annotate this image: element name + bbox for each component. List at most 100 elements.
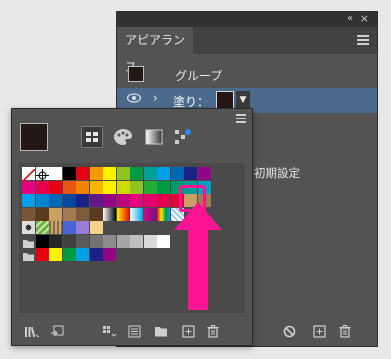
swatch-pattern-wood[interactable] bbox=[49, 221, 62, 234]
swatch-color[interactable] bbox=[143, 180, 157, 194]
swatch-color[interactable] bbox=[76, 248, 89, 261]
place-icon[interactable] bbox=[50, 325, 64, 341]
swatch-color[interactable] bbox=[49, 207, 62, 221]
swatch-color[interactable] bbox=[143, 167, 157, 180]
swatch-registration[interactable] bbox=[35, 167, 49, 182]
swatch-color[interactable] bbox=[116, 180, 130, 194]
swatch-gradient-bw[interactable] bbox=[103, 207, 116, 221]
swatch-color[interactable] bbox=[22, 194, 35, 207]
swatch-color[interactable] bbox=[116, 234, 130, 248]
swatch-gradient-rainbow[interactable] bbox=[157, 207, 170, 221]
new-group-icon[interactable] bbox=[154, 325, 168, 340]
swatch-color[interactable] bbox=[76, 167, 89, 180]
swatch-color[interactable] bbox=[35, 234, 49, 248]
swatch-color[interactable] bbox=[35, 194, 49, 207]
swatch-color[interactable] bbox=[103, 180, 116, 194]
show-kinds-icon[interactable] bbox=[102, 325, 118, 341]
visibility-eye-icon[interactable] bbox=[126, 92, 142, 106]
expand-chevron-icon[interactable]: › bbox=[153, 91, 158, 105]
swatch-color[interactable] bbox=[157, 167, 170, 180]
pattern-swatch-icon[interactable] bbox=[172, 126, 194, 148]
swatch-color[interactable] bbox=[62, 234, 76, 248]
swatch-color[interactable] bbox=[103, 234, 116, 248]
swatch-color[interactable] bbox=[35, 248, 49, 261]
swatch-pattern-dots[interactable] bbox=[22, 221, 35, 234]
new-item-icon[interactable] bbox=[313, 325, 326, 342]
panel-title-bar[interactable]: « × bbox=[117, 12, 377, 27]
swatch-color[interactable] bbox=[89, 180, 103, 194]
swatch-color[interactable] bbox=[49, 194, 62, 207]
swatch-color[interactable] bbox=[62, 248, 76, 261]
swatch-color[interactable] bbox=[157, 194, 170, 207]
swatch-color[interactable] bbox=[22, 207, 35, 221]
swatch-gradient-blue[interactable] bbox=[130, 207, 143, 221]
swatch-color[interactable] bbox=[76, 234, 89, 248]
panel-tab-bar: アピアランス bbox=[117, 27, 377, 74]
swatch-color[interactable] bbox=[170, 167, 184, 180]
swatch-color[interactable] bbox=[49, 248, 62, 261]
swatch-color[interactable] bbox=[130, 180, 143, 194]
collapse-panel-icon[interactable]: « bbox=[347, 13, 353, 24]
library-icon[interactable] bbox=[24, 325, 40, 341]
swatch-group-folder-icon bbox=[22, 248, 35, 261]
swatch-color[interactable] bbox=[89, 234, 103, 248]
swatch-color[interactable] bbox=[89, 167, 103, 180]
swatch-color[interactable] bbox=[49, 167, 62, 180]
swatch-color[interactable] bbox=[76, 180, 89, 194]
swatch-color[interactable] bbox=[197, 167, 211, 180]
swatch-none[interactable] bbox=[21, 167, 36, 183]
default-graphic-style-label: 初期設定 bbox=[254, 166, 300, 180]
swatch-color[interactable] bbox=[22, 180, 35, 194]
swatch-color[interactable] bbox=[89, 194, 103, 207]
swatch-color[interactable] bbox=[116, 194, 130, 207]
swatch-color[interactable] bbox=[157, 234, 170, 248]
new-swatch-icon[interactable] bbox=[182, 325, 195, 341]
swatch-gradient-orange[interactable] bbox=[116, 207, 130, 221]
swatch-color[interactable] bbox=[143, 194, 157, 207]
no-sign-icon[interactable] bbox=[283, 325, 296, 342]
show-swatches-icon[interactable] bbox=[81, 126, 103, 148]
swatch-color[interactable] bbox=[143, 234, 157, 248]
panel-menu-icon[interactable] bbox=[357, 35, 369, 47]
swatch-color[interactable] bbox=[76, 221, 89, 234]
swatch-color[interactable] bbox=[62, 180, 76, 194]
swatch-color[interactable] bbox=[116, 167, 130, 180]
group-label: グループ bbox=[175, 69, 223, 83]
swatch-color[interactable] bbox=[62, 167, 76, 180]
swatch-color[interactable] bbox=[62, 221, 76, 234]
group-row[interactable]: グループ bbox=[117, 62, 377, 88]
swatch-color[interactable] bbox=[35, 180, 49, 194]
swatch-color[interactable] bbox=[184, 167, 197, 180]
close-panel-icon[interactable]: × bbox=[360, 12, 369, 25]
swatch-color[interactable] bbox=[62, 207, 76, 221]
color-palette-icon[interactable] bbox=[112, 126, 134, 148]
fill-dropdown-chevron-icon[interactable]: ▼ bbox=[236, 91, 250, 109]
swatch-color[interactable] bbox=[89, 207, 103, 221]
swatches-menu-icon[interactable] bbox=[236, 114, 246, 125]
swatch-color[interactable] bbox=[130, 167, 143, 180]
swatch-color[interactable] bbox=[76, 194, 89, 207]
swatch-options-icon[interactable] bbox=[128, 325, 141, 341]
swatch-color[interactable] bbox=[130, 194, 143, 207]
swatch-color[interactable] bbox=[76, 207, 89, 221]
swatch-pattern-leaf[interactable] bbox=[35, 221, 49, 234]
swatches-bottom-bar bbox=[12, 321, 252, 345]
swatch-color[interactable] bbox=[49, 180, 62, 194]
swatch-color[interactable] bbox=[35, 207, 49, 221]
swatch-color[interactable] bbox=[89, 248, 103, 261]
trash-icon[interactable] bbox=[339, 325, 351, 342]
swatch-color[interactable] bbox=[49, 234, 62, 248]
swatch-color[interactable] bbox=[89, 221, 103, 234]
swatch-color[interactable] bbox=[103, 248, 116, 261]
gradient-swatch-icon[interactable] bbox=[143, 126, 165, 148]
swatch-color[interactable] bbox=[62, 194, 76, 207]
fill-color-swatch[interactable] bbox=[216, 91, 234, 109]
swatch-color[interactable] bbox=[130, 234, 143, 248]
swatch-gradient-purple[interactable] bbox=[143, 207, 157, 221]
trash-icon[interactable] bbox=[207, 325, 219, 341]
tab-appearance[interactable]: アピアランス bbox=[117, 27, 193, 74]
swatch-color[interactable] bbox=[103, 167, 116, 180]
swatch-color[interactable] bbox=[157, 180, 170, 194]
swatch-color[interactable] bbox=[103, 194, 116, 207]
group-thumbnail bbox=[128, 66, 144, 82]
